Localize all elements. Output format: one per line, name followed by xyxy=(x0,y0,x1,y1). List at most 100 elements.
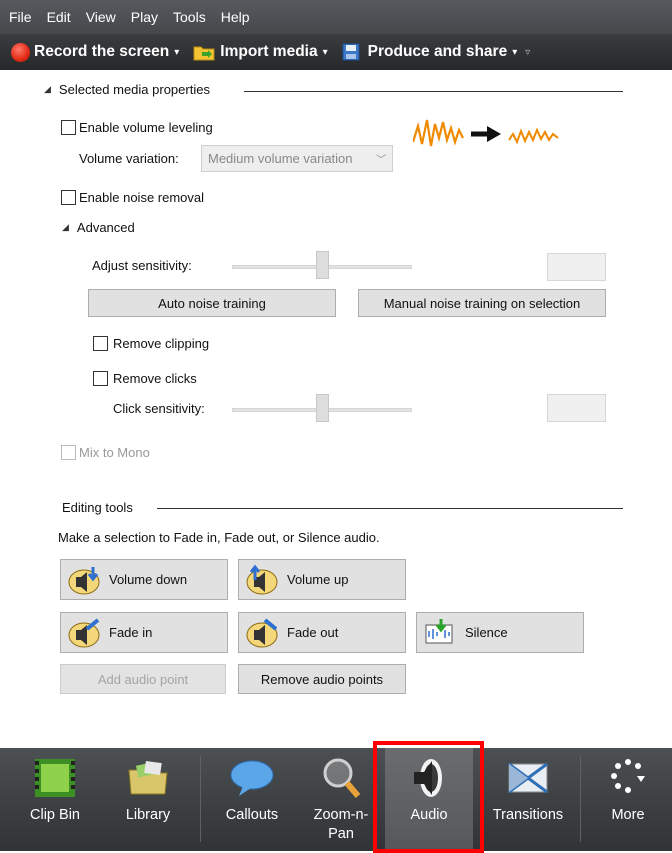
more-dots-icon xyxy=(611,759,645,793)
tab-zoom-label-line1: Zoom-n- xyxy=(313,807,369,823)
noise-removal-label: Enable noise removal xyxy=(79,190,205,205)
record-icon xyxy=(11,43,30,62)
fade-out-label: Fade out xyxy=(287,625,339,640)
volume-leveling-label: Enable volume leveling xyxy=(79,120,213,135)
noise-removal-checkbox[interactable] xyxy=(61,190,76,205)
editing-hint: Make a selection to Fade in, Fade out, o… xyxy=(58,530,380,545)
collapse-triangle-icon: ◢ xyxy=(62,222,69,232)
fade-in-icon xyxy=(68,617,100,647)
transitions-icon xyxy=(508,762,548,794)
record-label: Record the screen xyxy=(34,43,170,60)
tab-callouts-label: Callouts xyxy=(225,807,279,823)
section-divider xyxy=(244,91,623,92)
chevron-down-icon: ﹀ xyxy=(376,155,386,166)
click-sensitivity-thumb[interactable] xyxy=(316,394,329,422)
magnifier-icon xyxy=(323,758,361,798)
produce-label: Produce and share xyxy=(367,43,508,60)
menu-edit[interactable]: Edit xyxy=(44,7,74,27)
remove-clipping-checkbox[interactable] xyxy=(93,336,108,351)
fade-out-icon xyxy=(246,617,278,647)
tab-library-label: Library xyxy=(125,807,171,823)
menu-tools[interactable]: Tools xyxy=(170,7,209,27)
menu-play[interactable]: Play xyxy=(128,7,161,27)
tab-audio[interactable]: Audio xyxy=(385,748,473,851)
bottom-tab-bar: Clip Bin Library Callouts Zoom-n- Pan Au… xyxy=(0,748,672,851)
fade-out-button[interactable]: Fade out xyxy=(238,612,406,653)
audio-panel: ◢ Selected media properties Enable volum… xyxy=(0,70,672,748)
import-label: Import media xyxy=(220,43,318,60)
media-properties-title: Selected media properties xyxy=(58,82,210,97)
menu-help[interactable]: Help xyxy=(218,7,253,27)
tab-callouts[interactable]: Callouts xyxy=(207,748,297,851)
add-audio-point-label: Add audio point xyxy=(97,671,189,687)
fade-in-label: Fade in xyxy=(109,625,153,640)
tab-separator xyxy=(200,756,201,842)
menu-view[interactable]: View xyxy=(83,7,119,27)
tab-clip-bin[interactable]: Clip Bin xyxy=(10,748,100,851)
library-folder-icon xyxy=(128,760,168,795)
tab-zoom-n-pan[interactable]: Zoom-n- Pan xyxy=(297,748,385,851)
adjust-sensitivity-value[interactable] xyxy=(547,253,606,281)
volume-leveling-checkbox[interactable] xyxy=(61,120,76,135)
record-screen-button[interactable]: Record the screen ▾ xyxy=(34,43,179,61)
tab-more-label: More xyxy=(611,807,645,823)
advanced-title: Advanced xyxy=(76,220,135,235)
remove-clicks-checkbox[interactable] xyxy=(93,371,108,386)
speaker-icon xyxy=(414,759,442,797)
import-media-button[interactable]: Import media ▾ xyxy=(179,43,328,61)
produce-icon xyxy=(342,43,360,61)
silence-button[interactable]: Silence xyxy=(416,612,584,653)
remove-audio-points-label: Remove audio points xyxy=(260,671,384,687)
volume-leveling-illustration-icon xyxy=(413,119,559,147)
silence-icon xyxy=(425,618,453,643)
menu-file[interactable]: File xyxy=(6,7,35,27)
tab-audio-label: Audio xyxy=(410,807,448,823)
section-divider xyxy=(157,508,623,509)
adjust-sensitivity-label: Adjust sensitivity: xyxy=(92,258,192,273)
tab-transitions[interactable]: Transitions xyxy=(478,748,578,851)
volume-variation-dropdown[interactable]: Medium volume variation ﹀ xyxy=(201,145,393,172)
menu-bar: File Edit View Play Tools Help xyxy=(0,0,672,34)
add-audio-point-button[interactable]: Add audio point xyxy=(60,664,226,694)
tab-separator xyxy=(580,756,581,842)
produce-share-button[interactable]: Produce and share ▾ xyxy=(328,43,518,61)
mix-to-mono-label: Mix to Mono xyxy=(79,445,150,460)
collapse-triangle-icon: ◢ xyxy=(44,84,51,94)
click-sensitivity-value[interactable] xyxy=(547,394,606,422)
tab-clip-bin-label: Clip Bin xyxy=(30,807,80,823)
volume-up-button[interactable]: Volume up xyxy=(238,559,406,600)
media-properties-header[interactable]: ◢ Selected media properties xyxy=(44,82,210,97)
tab-transitions-label: Transitions xyxy=(492,807,564,823)
main-toolbar: Record the screen ▾ Import media ▾ Produ… xyxy=(0,34,672,70)
editing-tools-title: Editing tools xyxy=(62,500,133,515)
manual-noise-training-button[interactable]: Manual noise training on selection xyxy=(358,289,606,317)
speech-bubble-icon xyxy=(230,760,274,796)
volume-variation-value: Medium volume variation xyxy=(208,151,353,166)
speaker-volume-up-icon xyxy=(246,564,278,594)
speaker-volume-down-icon xyxy=(68,566,100,594)
volume-down-button[interactable]: Volume down xyxy=(60,559,228,600)
auto-noise-training-label: Auto noise training xyxy=(158,295,266,311)
tab-library[interactable]: Library xyxy=(103,748,193,851)
tab-zoom-label: Zoom-n- Pan xyxy=(297,806,385,844)
mix-to-mono-checkbox[interactable] xyxy=(61,445,76,460)
film-strip-icon xyxy=(35,759,75,797)
remove-clicks-label: Remove clicks xyxy=(113,371,197,386)
manual-noise-training-label: Manual noise training on selection xyxy=(383,295,581,311)
fade-in-button[interactable]: Fade in xyxy=(60,612,228,653)
volume-variation-label: Volume variation: xyxy=(79,151,179,166)
toolbar-overflow-icon[interactable]: ▿ xyxy=(525,47,530,58)
chevron-down-icon: ▾ xyxy=(512,46,518,58)
volume-down-label: Volume down xyxy=(109,572,188,587)
silence-label: Silence xyxy=(465,625,508,640)
folder-import-icon xyxy=(193,46,215,60)
remove-audio-points-button[interactable]: Remove audio points xyxy=(238,664,406,694)
remove-clipping-label: Remove clipping xyxy=(113,336,210,351)
tab-more[interactable]: More xyxy=(584,748,672,851)
tab-zoom-label-line2: Pan xyxy=(328,826,354,842)
auto-noise-training-button[interactable]: Auto noise training xyxy=(88,289,336,317)
volume-up-label: Volume up xyxy=(287,572,349,587)
adjust-sensitivity-thumb[interactable] xyxy=(316,251,329,279)
click-sensitivity-label: Click sensitivity: xyxy=(113,401,205,416)
advanced-header[interactable]: ◢ Advanced xyxy=(62,220,135,235)
